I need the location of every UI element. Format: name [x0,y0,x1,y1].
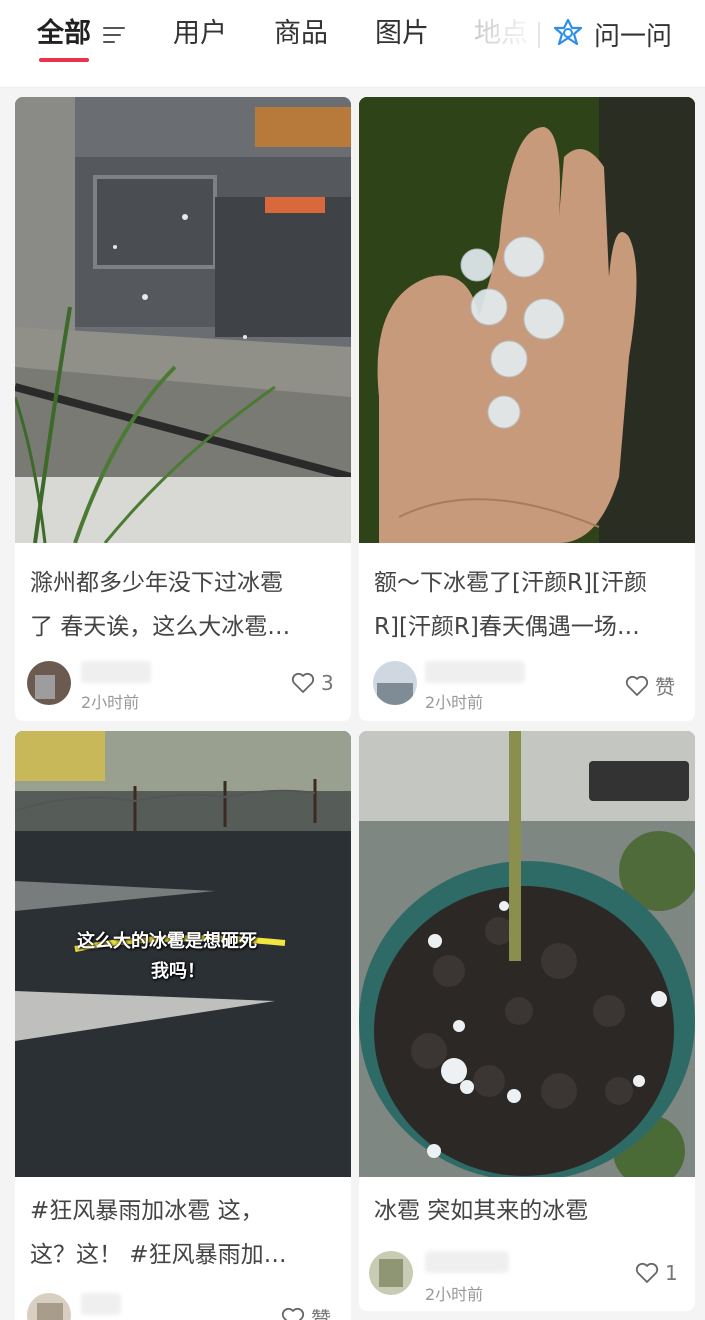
tab-scroll-fade [470,0,540,80]
author-name-redacted [425,1251,509,1273]
post-title-line: 了 春天诶，这么大冰雹… [30,614,291,640]
video-caption-line: 我吗！ [151,961,205,982]
like-button[interactable]: 1 [635,1261,678,1285]
author-avatar[interactable] [27,661,71,705]
tab-users[interactable]: 用户 [173,14,227,54]
author-name-redacted [81,661,151,683]
post-card-1[interactable]: 滁州都多少年没下过冰雹 了 春天诶，这么大冰雹… 2小时前 3 [15,97,351,721]
author-name-redacted [81,1293,121,1315]
post-time: 2小时前 [425,1285,484,1304]
tab-all[interactable]: 全部 [37,14,91,54]
ask-button[interactable]: 问一问 [552,16,672,52]
post-image[interactable] [15,97,351,543]
heart-icon [635,1262,659,1283]
author-avatar[interactable] [27,1293,71,1320]
post-title-line: 这？这！ #狂风暴雨加… [30,1242,287,1268]
author-name-redacted [425,661,525,683]
hail-window-image [15,97,351,543]
post-image[interactable] [359,731,695,1177]
ask-label: 问一问 [594,21,673,52]
post-image[interactable] [359,97,695,543]
post-card-3[interactable]: 这么大的冰雹是想砸死 我吗！ #狂风暴雨加冰雹 这， 这？这！ #狂风暴雨加… … [15,731,351,1320]
like-count: 1 [665,1261,678,1285]
like-button[interactable]: 3 [291,671,334,695]
hailstones-hand-image [359,97,695,543]
ask-star-icon [553,18,583,46]
hail-pot-image [359,731,695,1177]
post-time: 2小时前 [425,693,484,712]
post-card-2[interactable]: 额～下冰雹了[汗颜R][汗颜 R][汗颜R]春天偶遇一场… 2小时前 赞 [359,97,695,721]
search-tab-bar: 全部 用户 商品 图片 地点 问一问 [0,0,705,88]
post-title-line: #狂风暴雨加冰雹 这， [30,1198,264,1224]
like-label: 赞 [311,1307,331,1320]
post-title-line: R][汗颜R]春天偶遇一场… [374,614,640,640]
post-title-line: 滁州都多少年没下过冰雹 [30,570,283,596]
tab-products[interactable]: 商品 [274,14,328,54]
author-avatar[interactable] [373,661,417,705]
post-image[interactable]: 这么大的冰雹是想砸死 我吗！ [15,731,351,1177]
heart-icon [625,675,649,696]
tab-images[interactable]: 图片 [375,14,429,54]
like-button[interactable]: 赞 [625,671,675,700]
heart-icon [291,672,315,693]
filter-icon[interactable] [102,25,126,45]
heart-icon [281,1307,305,1320]
video-caption-line: 这么大的冰雹是想砸死 [77,931,257,952]
post-title[interactable]: #狂风暴雨加冰雹 这， 这？这！ #狂风暴雨加… [30,1189,340,1277]
author-avatar[interactable] [369,1251,413,1295]
search-results-page: 全部 用户 商品 图片 地点 问一问 [0,0,705,1320]
tab-divider [538,22,540,48]
like-button[interactable]: 赞 [281,1303,331,1320]
hail-street-image [15,731,351,1177]
post-title[interactable]: 冰雹 突如其来的冰雹 [374,1189,684,1233]
post-title-line: 冰雹 突如其来的冰雹 [374,1198,589,1224]
like-label: 赞 [655,675,675,699]
post-title-line: 额～下冰雹了[汗颜R][汗颜 [374,570,647,596]
active-tab-indicator [39,58,89,62]
post-title[interactable]: 额～下冰雹了[汗颜R][汗颜 R][汗颜R]春天偶遇一场… [374,561,684,649]
post-card-4[interactable]: 冰雹 突如其来的冰雹 2小时前 1 [359,731,695,1311]
post-title[interactable]: 滁州都多少年没下过冰雹 了 春天诶，这么大冰雹… [30,561,340,649]
post-time: 2小时前 [81,693,140,712]
like-count: 3 [321,671,334,695]
